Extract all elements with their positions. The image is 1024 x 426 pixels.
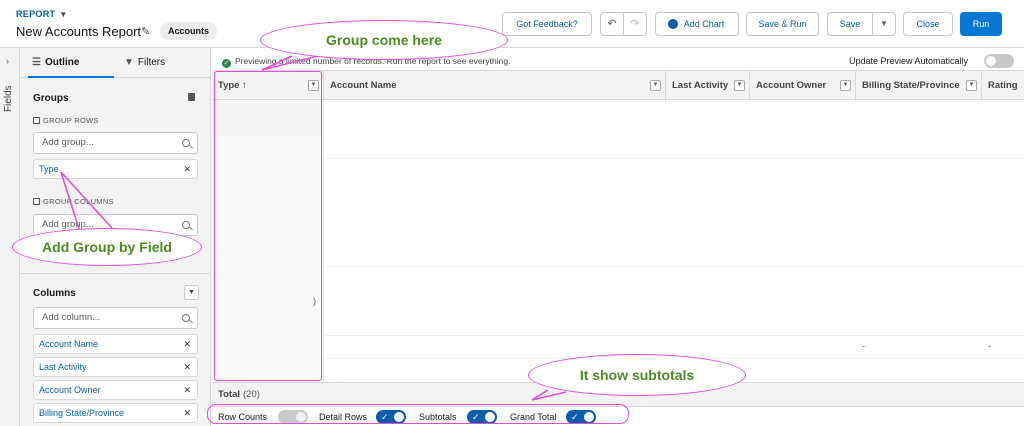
columns-menu-chevron-icon[interactable]: ▼ [184,285,199,300]
search-icon [182,221,190,229]
chevron-down-icon[interactable]: ▼ [650,80,661,91]
tab-outline[interactable]: ☰ Outline [28,48,114,78]
columns-icon [33,198,40,205]
chevron-down-icon: ▼ [59,10,68,19]
run-button[interactable]: Run [960,12,1002,36]
close-icon[interactable]: ✕ [183,335,191,353]
group-rows-input[interactable]: Add group... [33,132,198,154]
column-pill[interactable]: Billing State/Province ✕ [33,403,198,423]
group-columns-label-text: GROUP COLUMNS [43,197,114,206]
chart-icon [668,19,678,29]
rating-cell: - [988,341,991,351]
trash-icon[interactable] [188,93,195,101]
annotation-text: Group come here [326,32,442,48]
add-chart-label: Add Chart [683,19,725,29]
filter-icon: ▼ [124,57,134,68]
report-breadcrumb[interactable]: REPORT ▼ [16,9,68,19]
column-header-billing-state[interactable]: Billing State/Province ▼ [856,71,982,101]
column-header-last-activity[interactable]: Last Activity ▼ [666,71,750,101]
chevron-down-icon[interactable]: ▼ [840,80,851,91]
add-chart-button[interactable]: Add Chart [655,12,739,36]
rows-icon [33,117,40,124]
group-columns-label: GROUP COLUMNS [33,197,114,206]
column-pill[interactable]: Account Name ✕ [33,334,198,354]
search-icon [182,314,190,322]
chevron-down-icon[interactable]: ▼ [966,80,977,91]
table-header: Type ↑ ▼ Account Name ▼ Last Activity ▼ Acc… [212,70,1024,101]
pencil-icon[interactable]: ✎ [141,25,150,38]
save-button[interactable]: Save [827,12,873,36]
annotation-text: It show subtotals [579,367,695,383]
column-header-label: Last Activity [672,80,729,91]
close-icon[interactable]: ✕ [183,381,191,399]
annotation-subtotals: It show subtotals [528,354,746,396]
column-pill-label: Account Owner [39,385,101,395]
panel-tabs: ☰ Outline ▼ Filters [20,48,211,78]
report-header: REPORT ▼ New Accounts Report ✎ Accounts G… [0,0,1024,48]
total-label-text: Total [218,389,240,400]
save-run-button[interactable]: Save & Run [746,12,819,36]
group-rows-placeholder: Add group... [42,137,94,148]
auto-preview-toggle[interactable] [984,54,1014,68]
column-header-label: Account Name [330,80,397,91]
feedback-button[interactable]: Got Feedback? [502,12,592,36]
annotation-add-group: Add Group by Field [12,228,202,266]
fields-rail-label: Fields [3,85,14,112]
object-badge: Accounts [160,22,218,40]
check-icon: ✓ [222,59,231,68]
column-pill-label: Last Activity [39,362,87,372]
total-count: (20) [243,389,260,400]
columns-title: Columns [33,288,76,299]
breadcrumb-text: REPORT [16,9,56,19]
annotation-group-here: Group come here [260,20,508,60]
column-pill[interactable]: Last Activity ✕ [33,357,198,377]
column-header-label: Billing State/Province [862,80,960,91]
list-icon: ☰ [32,57,41,68]
undo-icon[interactable]: ↶ [600,12,624,36]
row-divider [324,335,1024,336]
add-column-input[interactable]: Add column... [33,307,198,329]
column-header-label: Account Owner [756,80,827,91]
save-menu-chevron-icon[interactable]: ▼ [872,12,896,36]
column-header-rating[interactable]: Rating [982,71,1024,101]
close-icon[interactable]: ✕ [183,358,191,376]
annotation-text: Add Group by Field [42,239,172,255]
group-row-pill-type[interactable]: Type ✕ [33,159,198,179]
close-icon[interactable]: ✕ [183,160,191,178]
group-rows-label: GROUP ROWS [33,116,99,125]
chevron-down-icon[interactable]: ▼ [734,80,745,91]
billing-state-cell: - [862,341,865,351]
column-pill-label: Account Name [39,339,99,349]
row-divider [324,158,1024,159]
close-button[interactable]: Close [903,12,953,36]
column-header-label: Rating [988,80,1018,91]
column-pill-label: Billing State/Province [39,408,125,418]
report-title: New Accounts Report [16,24,142,39]
auto-preview-label: Update Preview Automatically [849,56,969,66]
group-row-label: Type [39,164,59,174]
annotation-highlight-footer [207,404,629,424]
total-label: Total (20) [218,389,260,400]
tab-filters[interactable]: ▼ Filters [124,48,204,78]
row-divider [324,266,1024,267]
close-icon[interactable]: ✕ [183,404,191,422]
chevron-right-icon[interactable]: › [6,56,9,66]
add-column-placeholder: Add column... [42,312,101,323]
tab-outline-label: Outline [44,57,80,68]
column-pill[interactable]: Account Owner ✕ [33,380,198,400]
column-header-account-owner[interactable]: Account Owner ▼ [750,71,856,101]
redo-icon[interactable]: ↷ [623,12,647,36]
group-rows-label-text: GROUP ROWS [43,116,99,125]
annotation-highlight-type-column [214,71,322,381]
tab-filters-label: Filters [137,57,166,68]
column-header-account-name[interactable]: Account Name ▼ [324,71,666,101]
groups-title: Groups [33,93,69,104]
search-icon [182,139,190,147]
panel-divider [20,273,211,274]
